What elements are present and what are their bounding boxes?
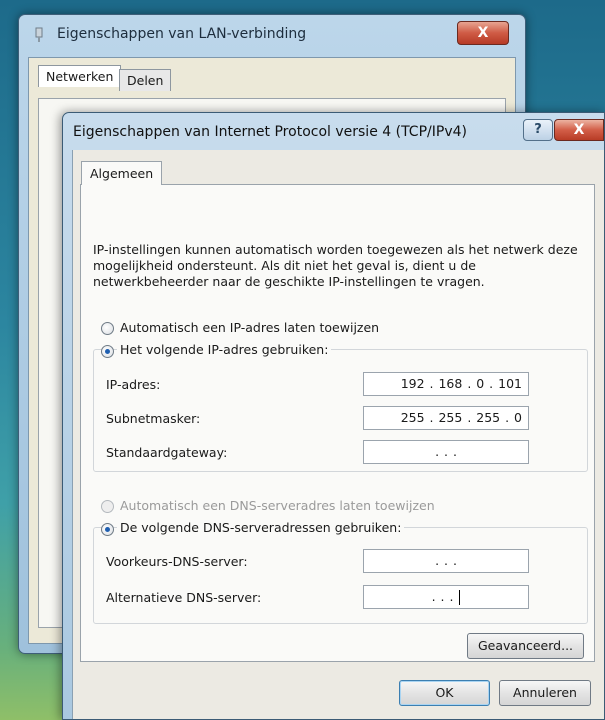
text-cursor xyxy=(459,590,461,605)
dns-manual-radio[interactable] xyxy=(101,523,114,536)
close-button[interactable]: X xyxy=(457,21,509,45)
help-button[interactable]: ? xyxy=(523,119,553,141)
cancel-button[interactable]: Annuleren xyxy=(499,680,591,706)
network-connection-icon xyxy=(35,27,43,42)
ip-auto-label[interactable]: Automatisch een IP-adres laten toewijzen xyxy=(120,320,379,335)
subnet-label: Subnetmasker: xyxy=(106,411,201,426)
tab-netwerken[interactable]: Netwerken xyxy=(38,65,122,87)
ok-button[interactable]: OK xyxy=(399,680,490,706)
description-text: IP-instellingen kunnen automatisch worde… xyxy=(93,242,578,289)
alternate-dns-value: . . . xyxy=(431,589,454,604)
alternate-dns-input[interactable]: . . . xyxy=(363,585,529,609)
close-button[interactable]: X xyxy=(554,119,604,141)
ip-manual-radio[interactable] xyxy=(101,345,114,358)
preferred-dns-input[interactable]: . . . xyxy=(363,549,529,573)
subnet-input[interactable]: 255 . 255 . 255 . 0 xyxy=(363,406,529,430)
dns-manual-label[interactable]: De volgende DNS-serveradressen gebruiken… xyxy=(120,520,401,535)
ip-address-input[interactable]: 192 . 168 . 0 . 101 xyxy=(363,372,529,396)
ip-auto-radio[interactable] xyxy=(101,322,114,335)
dns-auto-label[interactable]: Automatisch een DNS-serveradres laten to… xyxy=(120,498,435,513)
dns-group xyxy=(93,527,588,624)
tab-panel: IP-instellingen kunnen automatisch worde… xyxy=(80,184,595,662)
dialog-body: Algemeen IP-instellingen kunnen automati… xyxy=(72,150,604,719)
ip-address-label: IP-adres: xyxy=(106,377,161,392)
gateway-input[interactable]: . . . xyxy=(363,440,529,464)
tcpipv4-properties-dialog: Eigenschappen van Internet Protocol vers… xyxy=(62,112,605,720)
dns-auto-radio[interactable] xyxy=(101,500,114,513)
alternate-dns-label: Alternatieve DNS-server: xyxy=(106,590,262,605)
gateway-label: Standaardgateway: xyxy=(106,445,228,460)
tab-algemeen[interactable]: Algemeen xyxy=(81,161,163,185)
dialog-title: Eigenschappen van Internet Protocol vers… xyxy=(73,124,467,140)
ip-manual-label[interactable]: Het volgende IP-adres gebruiken: xyxy=(120,342,328,357)
window-title: Eigenschappen van LAN-verbinding xyxy=(57,26,307,42)
tab-delen[interactable]: Delen xyxy=(119,69,172,91)
preferred-dns-label: Voorkeurs-DNS-server: xyxy=(106,554,248,569)
advanced-button[interactable]: Geavanceerd... xyxy=(467,633,584,659)
